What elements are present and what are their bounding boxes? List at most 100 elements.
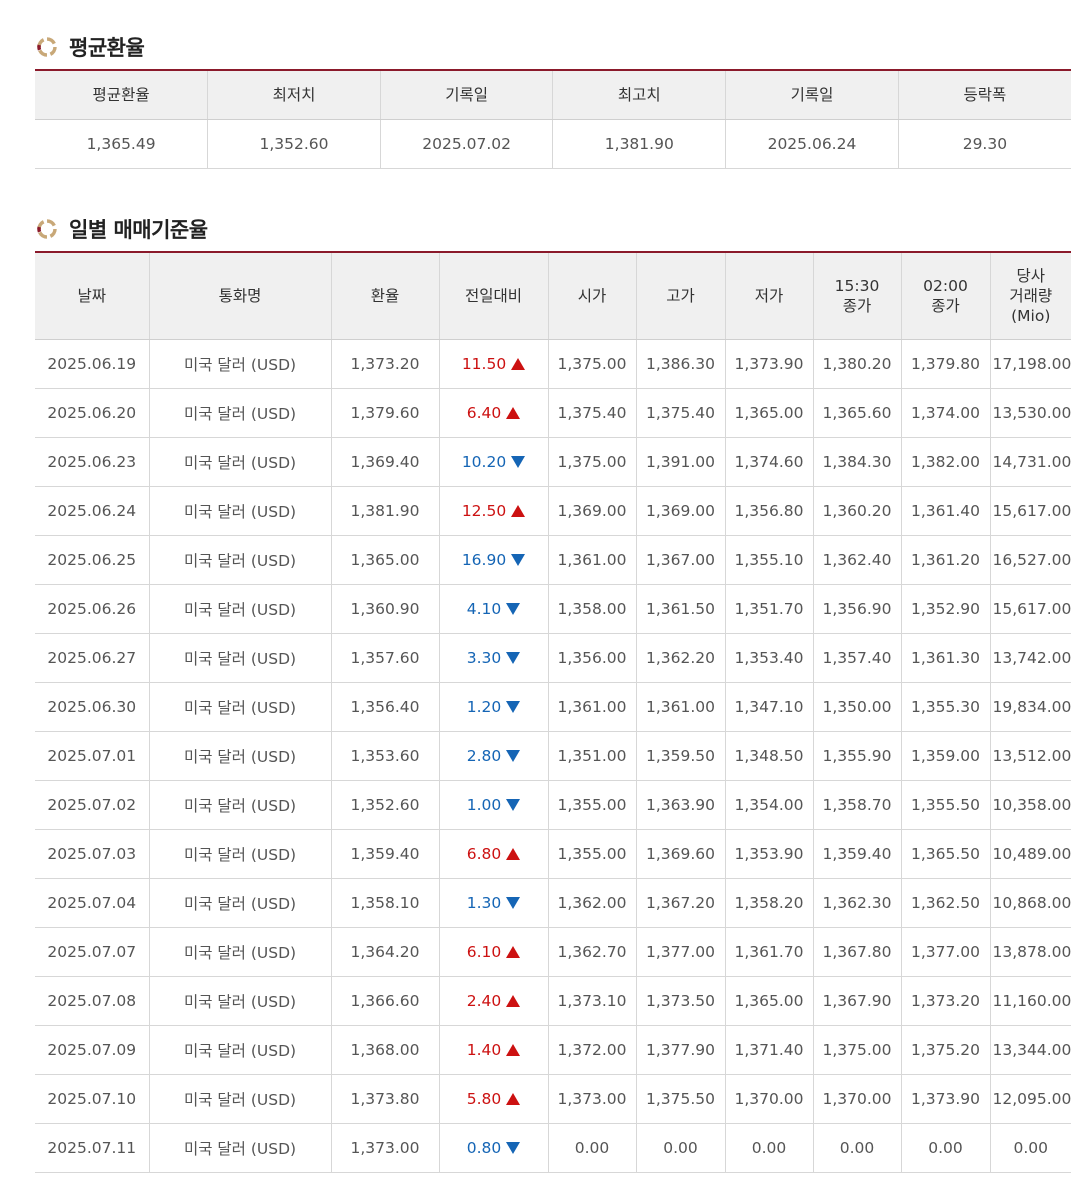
table-row: 2025.07.11 미국 달러 (USD) 1,373.00 0.80 0.00 0.0…	[35, 1123, 1071, 1173]
change-value: 6.40	[466, 404, 502, 422]
triangle-up-icon	[506, 945, 521, 958]
change-cell: 11.50	[438, 339, 548, 389]
triangle-down-icon	[506, 798, 521, 811]
close-0200-cell: 1,382.00	[900, 437, 990, 487]
date-cell: 2025.06.23	[35, 437, 149, 487]
column-header-low: 저가	[724, 252, 813, 340]
change-cell: 10.20	[438, 437, 548, 487]
column-header-close-0200: 02:00 종가	[900, 252, 990, 340]
table-row: 1,365.49 1,352.60 2025.07.02 1,381.90 20…	[35, 119, 1071, 169]
currency-cell: 미국 달러 (USD)	[148, 731, 331, 781]
currency-cell: 미국 달러 (USD)	[148, 927, 331, 977]
low-cell: 1,347.10	[724, 682, 813, 732]
rate-cell: 1,366.60	[330, 976, 439, 1026]
open-cell: 1,373.00	[547, 1074, 636, 1124]
open-cell: 1,372.00	[547, 1025, 636, 1075]
low-cell: 1,373.90	[724, 339, 813, 389]
column-header-high: 고가	[635, 252, 725, 340]
change-cell: 1.00	[438, 780, 548, 830]
date-cell: 2025.06.26	[35, 584, 149, 634]
volume-cell: 13,742.00	[989, 633, 1071, 683]
highest-value: 1,381.90	[552, 119, 726, 169]
section-title: 평균환율	[69, 36, 145, 60]
average-rate-table: 평균환율 최저치 기록일 최고치 기록일 등락폭 1,365.49 1,352.…	[35, 69, 1071, 169]
change-cell: 6.40	[438, 388, 548, 438]
table-row: 2025.06.20 미국 달러 (USD) 1,379.60 6.40 1,375.4…	[35, 388, 1071, 438]
high-cell: 1,367.00	[635, 535, 725, 585]
low-cell: 1,354.00	[724, 780, 813, 830]
rate-cell: 1,373.80	[330, 1074, 439, 1124]
triangle-up-icon	[506, 994, 521, 1007]
date-cell: 2025.07.07	[35, 927, 149, 977]
volume-cell: 13,512.00	[989, 731, 1071, 781]
rate-cell: 1,381.90	[330, 486, 439, 536]
column-header-close-1530: 15:30 종가	[812, 252, 901, 340]
table-row: 2025.07.09 미국 달러 (USD) 1,368.00 1.40 1,372.0…	[35, 1025, 1071, 1075]
change-value: 1.00	[466, 796, 502, 814]
triangle-down-icon	[506, 651, 521, 664]
high-cell: 1,359.50	[635, 731, 725, 781]
table-row: 2025.07.10 미국 달러 (USD) 1,373.80 5.80 1,373.0…	[35, 1074, 1071, 1124]
change-value: 1.30	[466, 894, 502, 912]
volume-cell: 10,358.00	[989, 780, 1071, 830]
open-cell: 1,351.00	[547, 731, 636, 781]
triangle-up-icon	[506, 1043, 521, 1056]
table-row: 2025.06.27 미국 달러 (USD) 1,357.60 3.30 1,356.0…	[35, 633, 1071, 683]
currency-cell: 미국 달러 (USD)	[148, 682, 331, 732]
triangle-down-icon	[511, 553, 526, 566]
column-header-currency: 통화명	[148, 252, 331, 340]
rate-cell: 1,379.60	[330, 388, 439, 438]
table-row: 2025.06.24 미국 달러 (USD) 1,381.90 12.50 1,369.…	[35, 486, 1071, 536]
close-0200-cell: 1,375.20	[900, 1025, 990, 1075]
date-cell: 2025.07.03	[35, 829, 149, 879]
open-cell: 0.00	[547, 1123, 636, 1173]
volume-cell: 11,160.00	[989, 976, 1071, 1026]
currency-cell: 미국 달러 (USD)	[148, 829, 331, 879]
table-row: 2025.07.02 미국 달러 (USD) 1,352.60 1.00 1,355.0…	[35, 780, 1071, 830]
high-cell: 1,363.90	[635, 780, 725, 830]
change-cell: 6.10	[438, 927, 548, 977]
average-rate-value: 1,365.49	[35, 119, 208, 169]
column-header: 평균환율	[35, 70, 208, 120]
daily-rate-table: 날짜 통화명 환율 전일대비 시가 고가 저가 15:30 종가 02:00 종…	[35, 251, 1071, 1173]
close-1530-cell: 1,360.20	[812, 486, 901, 536]
table-header-row: 평균환율 최저치 기록일 최고치 기록일 등락폭	[35, 70, 1071, 120]
rate-cell: 1,358.10	[330, 878, 439, 928]
rate-cell: 1,365.00	[330, 535, 439, 585]
date-cell: 2025.06.25	[35, 535, 149, 585]
close-0200-cell: 1,361.20	[900, 535, 990, 585]
rate-cell: 1,364.20	[330, 927, 439, 977]
triangle-down-icon	[506, 602, 521, 615]
close-1530-cell: 1,367.90	[812, 976, 901, 1026]
open-cell: 1,369.00	[547, 486, 636, 536]
high-cell: 1,369.60	[635, 829, 725, 879]
close-1530-cell: 1,359.40	[812, 829, 901, 879]
low-cell: 1,351.70	[724, 584, 813, 634]
currency-cell: 미국 달러 (USD)	[148, 486, 331, 536]
close-1530-cell: 1,384.30	[812, 437, 901, 487]
column-header: 기록일	[379, 70, 553, 120]
change-value: 1.20	[466, 698, 502, 716]
low-cell: 1,365.00	[724, 388, 813, 438]
rate-cell: 1,368.00	[330, 1025, 439, 1075]
rate-cell: 1,369.40	[330, 437, 439, 487]
range-value: 29.30	[897, 119, 1071, 169]
average-rate-header: 평균환율	[35, 32, 1071, 62]
triangle-down-icon	[506, 1141, 521, 1154]
open-cell: 1,362.70	[547, 927, 636, 977]
high-cell: 1,369.00	[635, 486, 725, 536]
open-cell: 1,361.00	[547, 535, 636, 585]
change-value: 3.30	[466, 649, 502, 667]
volume-cell: 13,878.00	[989, 927, 1071, 977]
column-header-open: 시가	[547, 252, 636, 340]
volume-cell: 13,530.00	[989, 388, 1071, 438]
rate-cell: 1,357.60	[330, 633, 439, 683]
close-0200-cell: 1,373.90	[900, 1074, 990, 1124]
close-1530-cell: 1,356.90	[812, 584, 901, 634]
low-cell: 1,353.90	[724, 829, 813, 879]
date-cell: 2025.07.09	[35, 1025, 149, 1075]
close-1530-cell: 1,370.00	[812, 1074, 901, 1124]
close-0200-cell: 1,355.30	[900, 682, 990, 732]
column-header-change: 전일대비	[438, 252, 548, 340]
high-cell: 1,391.00	[635, 437, 725, 487]
